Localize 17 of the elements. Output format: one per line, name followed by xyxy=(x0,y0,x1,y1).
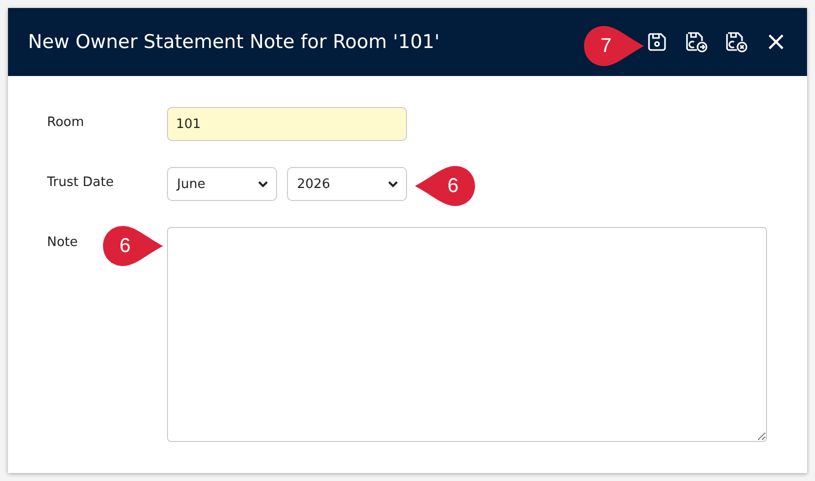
chevron-icon xyxy=(388,180,398,188)
save-and-continue-button[interactable] xyxy=(685,30,709,54)
note-field[interactable] xyxy=(167,227,767,442)
save-and-close-button[interactable] xyxy=(725,30,749,54)
window-title: New Owner Statement Note for Room '101' xyxy=(28,31,440,53)
year-select[interactable]: 2026 xyxy=(287,167,407,201)
save-button[interactable] xyxy=(645,30,669,54)
chevron-icon xyxy=(258,180,268,188)
field-label: Room xyxy=(47,115,84,130)
room-field[interactable]: 101 xyxy=(167,107,407,141)
callout-badge: 6 xyxy=(102,225,164,267)
callout-badge: 7 xyxy=(583,25,645,67)
close-button[interactable]: × xyxy=(765,30,787,54)
callout-badge: 6 xyxy=(414,165,476,207)
month-select[interactable]: June xyxy=(167,167,277,201)
field-label: Note xyxy=(47,235,78,250)
field-label: Trust Date xyxy=(47,175,114,190)
